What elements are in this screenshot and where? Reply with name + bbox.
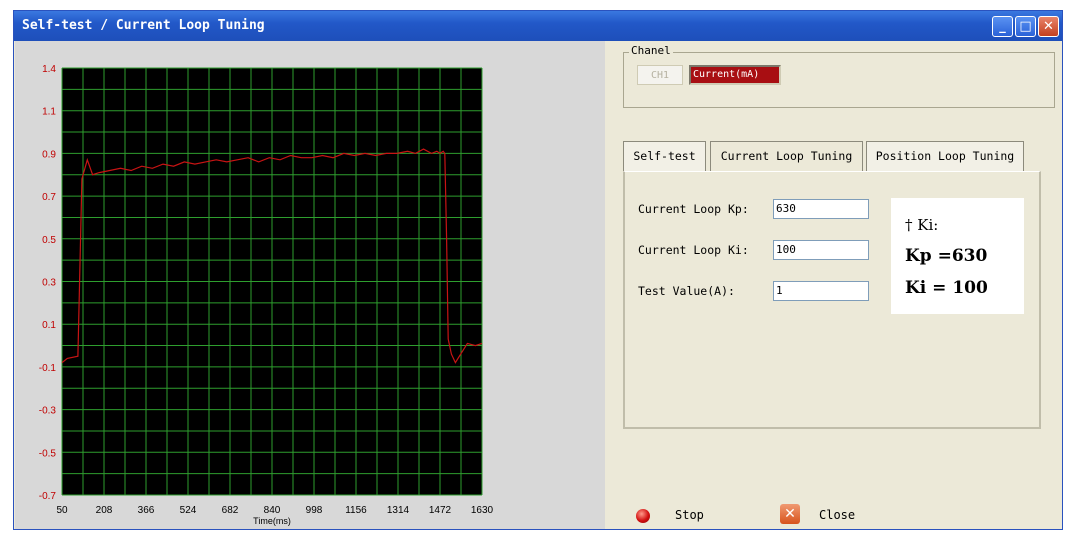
title-bar: Self-test / Current Loop Tuning _ □ ✕ bbox=[14, 11, 1062, 41]
x-tick-label: 1156 bbox=[345, 505, 367, 516]
tab-position-loop-tuning[interactable]: Position Loop Tuning bbox=[866, 141, 1024, 171]
control-panel: Chanel CH1 Current(mA) Self-test Current… bbox=[607, 41, 1062, 529]
x-tick-label: 50 bbox=[56, 505, 68, 516]
y-tick-label: -0.3 bbox=[39, 406, 57, 417]
test-value-input[interactable]: 1 bbox=[773, 281, 869, 301]
x-axis-label: Time(ms) bbox=[253, 516, 291, 526]
close-button[interactable]: Close bbox=[819, 508, 855, 522]
tab-panel-current-loop: Current Loop Kp: 630 Current Loop Ki: 10… bbox=[623, 171, 1041, 429]
tab-self-test[interactable]: Self-test bbox=[623, 141, 706, 171]
kp-label: Current Loop Kp: bbox=[638, 202, 749, 216]
maximize-button[interactable]: □ bbox=[1015, 16, 1036, 37]
x-tick-label: 840 bbox=[264, 505, 281, 516]
x-tick-label: 366 bbox=[138, 505, 155, 516]
ch1-button[interactable]: CH1 bbox=[637, 65, 683, 85]
y-tick-label: 0.5 bbox=[42, 235, 56, 246]
kp-input[interactable]: 630 bbox=[773, 199, 869, 219]
y-tick-label: -0.5 bbox=[39, 448, 57, 459]
note-ki-heading: † Ki: bbox=[905, 216, 939, 234]
chart-area: 1.4 1.1 0.9 0.7 0.5 0.3 0.1 -0.1 -0.3 -0.5 -0.7 50 2… bbox=[15, 41, 605, 529]
x-tick-label: 682 bbox=[222, 505, 239, 516]
test-value-label: Test Value(A): bbox=[638, 284, 735, 298]
minimize-button[interactable]: _ bbox=[992, 16, 1013, 37]
x-tick-label: 998 bbox=[306, 505, 323, 516]
y-tick-label: 0.1 bbox=[42, 320, 56, 331]
window-close-button[interactable]: ✕ bbox=[1038, 16, 1059, 37]
tab-current-loop-tuning[interactable]: Current Loop Tuning bbox=[710, 141, 863, 171]
gain-note-box: † Ki: Kp =630 Ki = 100 bbox=[891, 198, 1024, 314]
x-tick-label: 1472 bbox=[429, 505, 452, 516]
y-tick-label: 1.1 bbox=[42, 107, 56, 118]
note-ki-value: Ki = 100 bbox=[905, 278, 988, 298]
stop-button[interactable]: Stop bbox=[675, 508, 704, 522]
x-tick-label: 208 bbox=[96, 505, 113, 516]
close-icon[interactable]: ✕ bbox=[780, 504, 800, 524]
y-tick-label: 0.3 bbox=[42, 278, 56, 289]
x-tick-label: 524 bbox=[180, 505, 197, 516]
y-tick-label: -0.1 bbox=[39, 363, 57, 374]
window-title: Self-test / Current Loop Tuning bbox=[22, 18, 265, 33]
app-window: Self-test / Current Loop Tuning _ □ ✕ 1.… bbox=[13, 10, 1063, 530]
y-tick-label: -0.7 bbox=[39, 491, 57, 502]
x-tick-label: 1314 bbox=[387, 505, 410, 516]
channel-groupbox: Chanel CH1 Current(mA) bbox=[623, 44, 1055, 108]
current-plot: 1.4 1.1 0.9 0.7 0.5 0.3 0.1 -0.1 -0.3 -0.5 -0.7 50 2… bbox=[39, 64, 494, 526]
channel-select[interactable]: Current(mA) bbox=[689, 65, 781, 85]
y-tick-label: 1.4 bbox=[42, 64, 56, 75]
y-tick-label: 0.7 bbox=[42, 192, 56, 203]
stop-icon[interactable] bbox=[636, 509, 650, 523]
ki-input[interactable]: 100 bbox=[773, 240, 869, 260]
note-kp-value: Kp =630 bbox=[905, 246, 988, 266]
y-tick-label: 0.9 bbox=[42, 149, 56, 160]
ki-label: Current Loop Ki: bbox=[638, 243, 749, 257]
channel-group-label: Chanel bbox=[629, 44, 673, 57]
x-tick-label: 1630 bbox=[471, 505, 494, 516]
